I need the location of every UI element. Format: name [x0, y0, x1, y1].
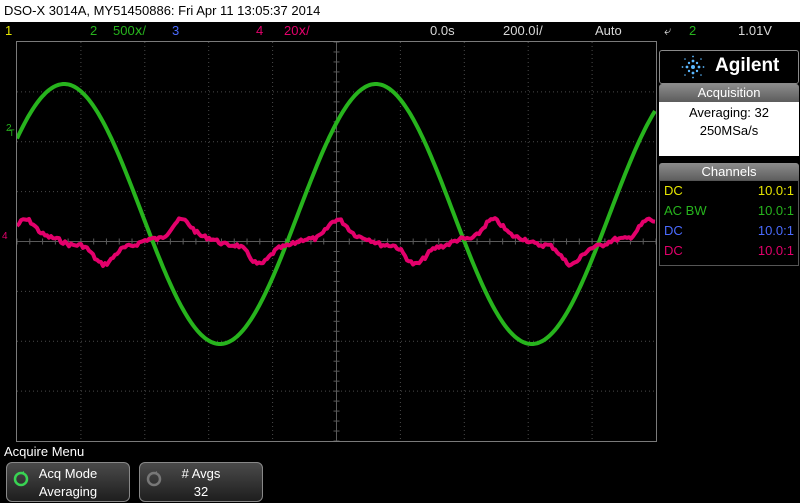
acquisition-header: Acquisition [659, 84, 799, 102]
brand-header: Agilent [659, 50, 799, 84]
channel-4-ground-marker[interactable]: 4 [2, 231, 8, 242]
timebase[interactable]: 200.0ⅰ/ [503, 22, 543, 40]
channel-row-3: DC 10.0:1 [660, 221, 798, 241]
channel-2-scale[interactable]: 500ⅹ/ [113, 22, 146, 40]
channel-row-1: DC 10.0:1 [660, 181, 798, 201]
channel-2-probe-ratio: 10.0:1 [757, 203, 794, 218]
trigger-edge-icon: ⤶ [664, 23, 672, 38]
num-avgs-softkey[interactable]: # Avgs 32 [139, 462, 263, 502]
channel-3-number[interactable]: 3 [172, 22, 179, 40]
info-sidebar: Agilent Acquisition Averaging: 32 250MSa… [659, 50, 799, 266]
channel-row-4: DC 10.0:1 [660, 241, 798, 261]
waveform-graticule [17, 42, 656, 441]
trigger-level-marker[interactable]: T [9, 128, 15, 138]
acq-mode-softkey[interactable]: Acq Mode Averaging [6, 462, 130, 502]
channels-table: DC 10.0:1 AC BW 10.0:1 DC 10.0:1 DC 10.0… [659, 180, 799, 266]
trigger-mode[interactable]: Auto [595, 22, 622, 40]
time-offset[interactable]: 0.0s [430, 22, 455, 40]
channel-1-number[interactable]: 1 [5, 22, 12, 40]
channels-header: Channels [659, 163, 799, 181]
channel-4-probe-ratio: 10.0:1 [757, 243, 794, 258]
brand-name: Agilent [715, 55, 780, 76]
channel-row-2: AC BW 10.0:1 [660, 201, 798, 221]
channel-2-coupling: AC BW [664, 203, 707, 218]
channel-4-coupling: DC [664, 243, 683, 258]
acq-mode-value: Averaging [38, 484, 98, 499]
acq-mode-label: Acq Mode [38, 466, 98, 481]
menu-title: Acquire Menu [4, 444, 85, 459]
channel-4-scale[interactable]: 20ⅹ/ [284, 22, 310, 40]
window-title-bar: DSO-X 3014A, MY51450886: Fri Apr 11 13:0… [0, 0, 800, 22]
num-avgs-label: # Avgs [181, 466, 221, 481]
channel-2-number[interactable]: 2 [90, 22, 97, 40]
acquisition-info: Averaging: 32 250MSa/s [659, 102, 799, 156]
waveform-display[interactable] [16, 41, 657, 442]
scope-status-bar: 1 2 500ⅹ/ 3 4 20ⅹ/ 0.0s 200.0ⅰ/ Auto ⤶ 2… [0, 22, 800, 40]
channel-4-number[interactable]: 4 [256, 22, 263, 40]
trigger-level[interactable]: 1.01V [738, 22, 772, 40]
agilent-spark-icon [681, 55, 705, 79]
trigger-source[interactable]: 2 [689, 22, 696, 40]
channel-1-probe-ratio: 10.0:1 [757, 183, 794, 198]
channel-3-probe-ratio: 10.0:1 [757, 223, 794, 238]
num-avgs-value: 32 [193, 484, 209, 499]
acquisition-mode-text: Averaging: 32 [689, 105, 769, 120]
channel-3-coupling: DC [664, 223, 683, 238]
acquisition-sample-rate: 250MSa/s [699, 123, 759, 138]
channel-1-coupling: DC [664, 183, 683, 198]
